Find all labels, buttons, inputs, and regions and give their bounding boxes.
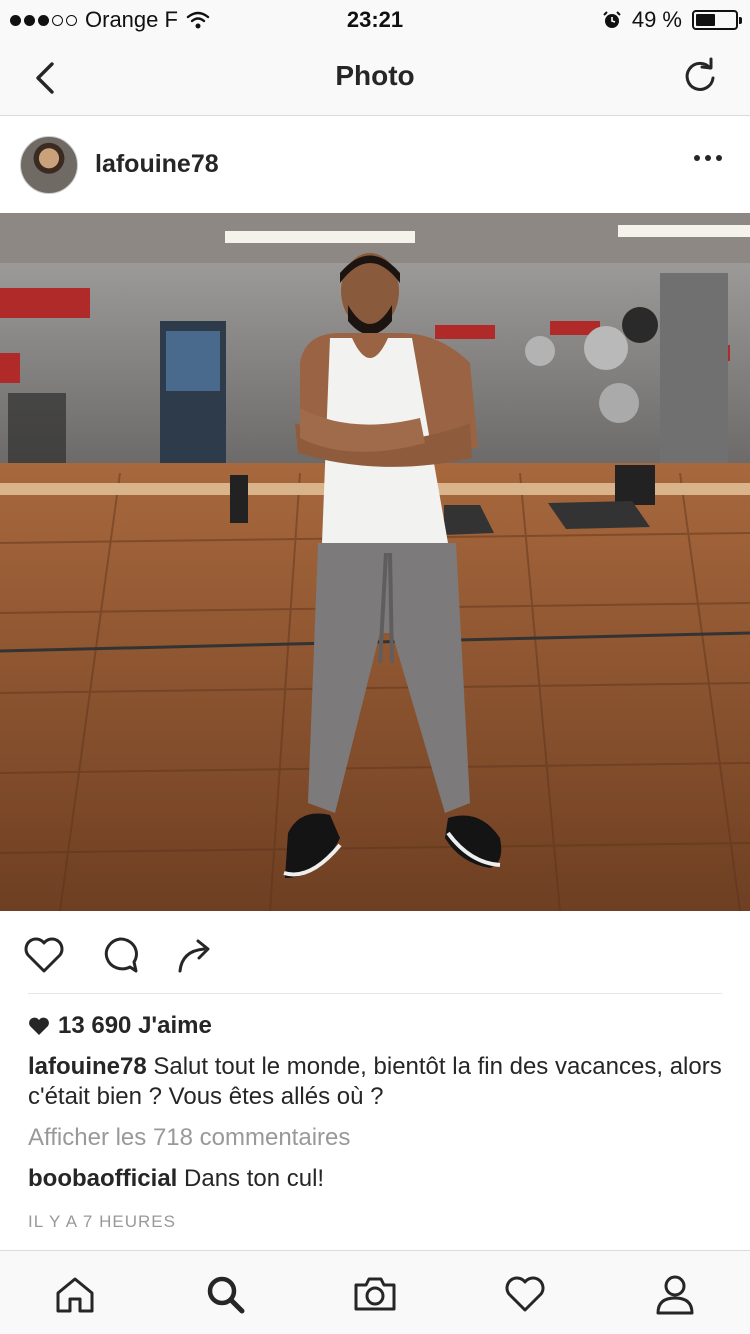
post-username[interactable]: lafouine78 [95,150,219,179]
profile-icon[interactable] [652,1271,698,1317]
share-icon[interactable] [172,931,220,979]
status-right: 49 % [602,7,742,33]
caption-username[interactable]: lafouine78 [28,1053,147,1080]
refresh-icon[interactable] [680,56,720,96]
view-comments-link[interactable]: Afficher les 718 commentaires [28,1124,350,1152]
heart-filled-icon [29,1017,49,1035]
home-icon[interactable] [52,1271,98,1317]
battery-level [696,14,715,26]
alarm-icon [603,11,621,28]
photo-scene [0,213,750,911]
comment-username[interactable]: boobaofficial [28,1165,177,1192]
post-header: lafouine78 [0,117,750,213]
tab-bar [0,1250,750,1334]
camera-icon[interactable] [352,1271,398,1317]
likes-count[interactable]: 13 690 J'aime [28,1012,212,1040]
post-caption: lafouine78 Salut tout le monde, bientôt … [28,1052,728,1112]
divider [28,993,722,994]
nav-bar: Photo [0,40,750,116]
post-photo[interactable] [0,213,750,911]
activity-heart-icon[interactable] [502,1271,548,1317]
avatar[interactable] [20,136,78,194]
more-horizontal-icon[interactable] [694,155,722,161]
battery-icon [692,10,742,30]
likes-label: 13 690 J'aime [58,1012,212,1039]
comment-icon[interactable] [96,931,144,979]
page-title: Photo [335,60,415,91]
heart-icon[interactable] [20,931,68,979]
post-timestamp: IL Y A 7 HEURES [28,1212,176,1231]
comment-text: Dans ton cul! [177,1165,325,1192]
post-actions [0,911,750,995]
search-icon[interactable] [202,1271,248,1317]
status-bar: Orange F 23:21 49 % [0,0,750,40]
battery-percent: 49 % [631,7,682,32]
comment: boobaofficial Dans ton cul! [28,1165,324,1193]
